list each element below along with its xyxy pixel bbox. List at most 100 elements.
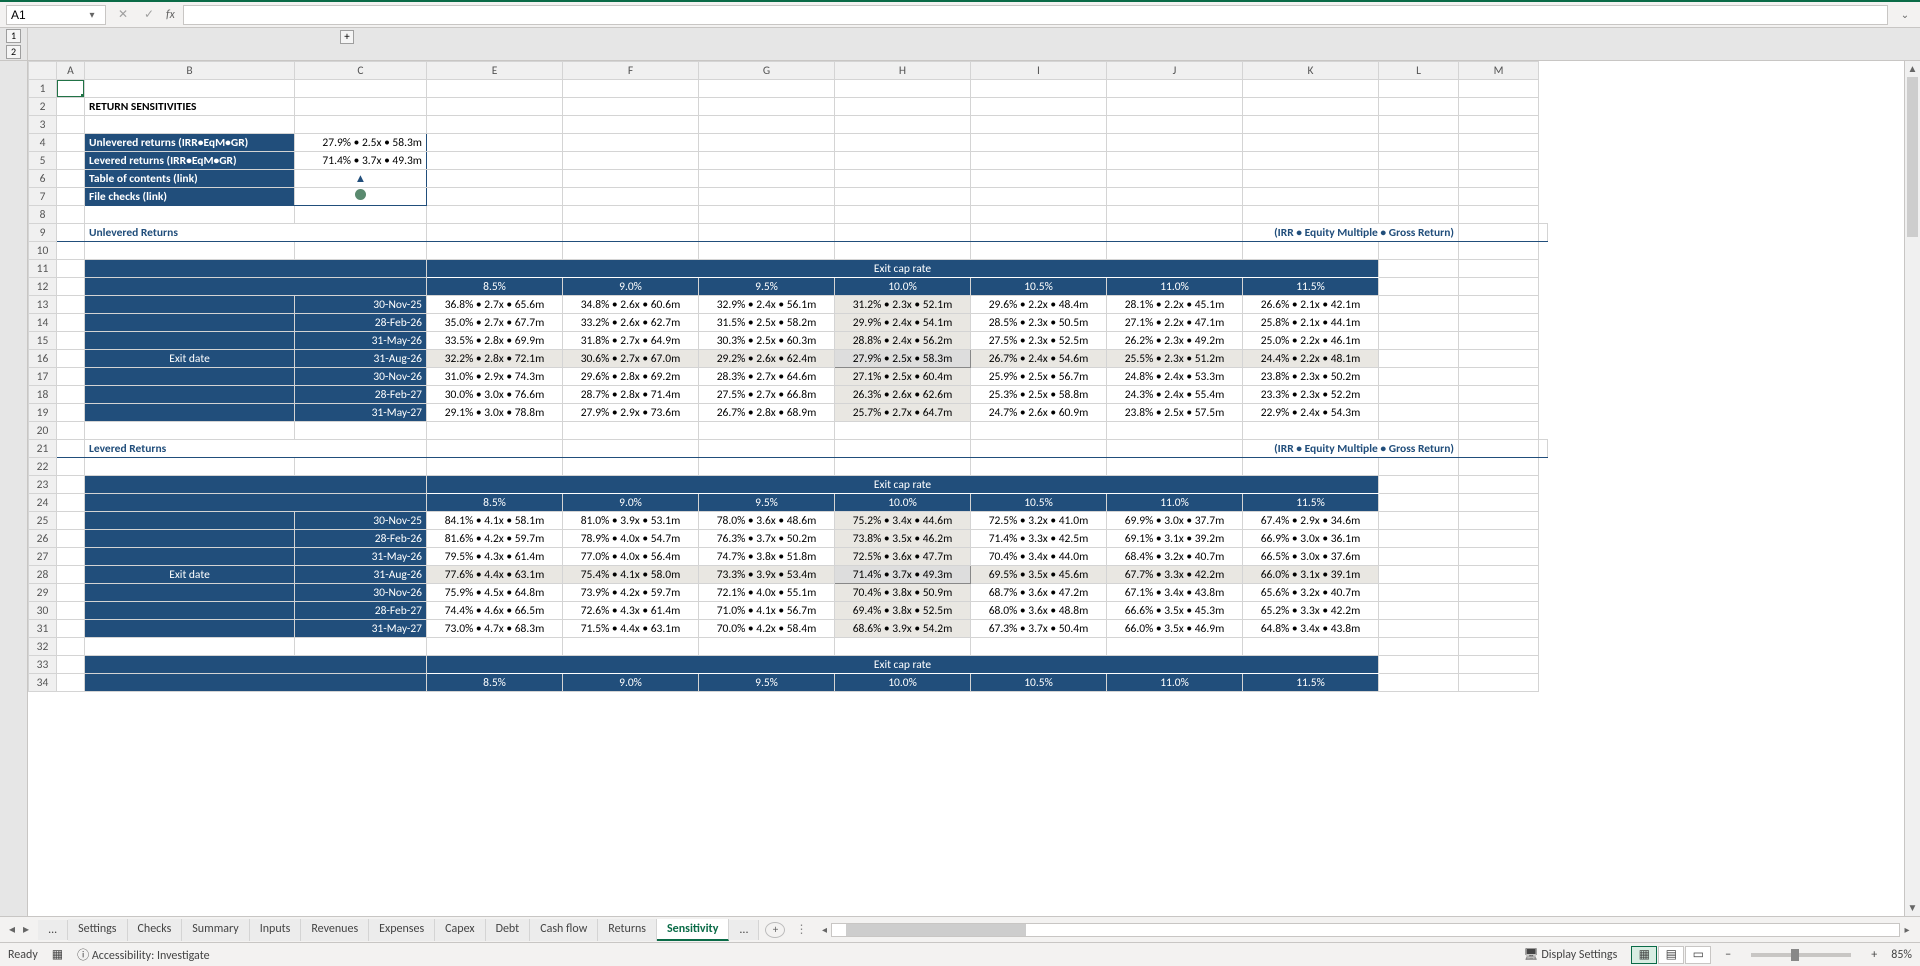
zoom-out-button[interactable]: − [1725,948,1731,962]
row-header-33[interactable]: 33 [29,656,57,674]
scroll-up-icon[interactable]: ▲ [1905,61,1920,77]
h-scroll-thumb[interactable] [846,924,1026,936]
row-header-17[interactable]: 17 [29,368,57,386]
row-header-28[interactable]: 28 [29,566,57,584]
col-header-K[interactable]: K [1243,62,1379,80]
tab-inputs[interactable]: Inputs [250,919,302,941]
zoom-slider[interactable] [1751,953,1851,957]
tab-nav-prev-icon[interactable]: ◂ [6,922,18,937]
row-header-27[interactable]: 27 [29,548,57,566]
tab-ellipsis-left[interactable]: ... [38,920,68,940]
tab-cash flow[interactable]: Cash flow [530,919,598,941]
tab-nav-next-icon[interactable]: ▸ [20,922,32,937]
summary-value-3[interactable] [295,188,427,206]
name-box-input[interactable] [7,8,83,22]
accessibility-status[interactable]: ⓘ Accessibility: Investigate [77,946,209,963]
macro-record-icon[interactable]: ▦ [52,947,63,962]
row-header-11[interactable]: 11 [29,260,57,278]
row-header-21[interactable]: 21 [29,440,57,458]
tab-summary[interactable]: Summary [182,919,249,941]
row-header-3[interactable]: 3 [29,116,57,134]
tab-ellipsis-right[interactable]: ... [729,920,759,940]
vertical-scrollbar[interactable]: ▲ ▼ [1904,61,1920,916]
row-header-5[interactable]: 5 [29,152,57,170]
row-header-8[interactable]: 8 [29,206,57,224]
tab-capex[interactable]: Capex [435,919,485,941]
tab-sensitivity[interactable]: Sensitivity [657,919,729,941]
row-header-13[interactable]: 13 [29,296,57,314]
row-header-10[interactable]: 10 [29,242,57,260]
row-header-23[interactable]: 23 [29,476,57,494]
display-settings-button[interactable]: 🖥 Display Settings [1523,947,1617,962]
row-header-12[interactable]: 12 [29,278,57,296]
cell-A20[interactable] [57,422,85,440]
row-header-19[interactable]: 19 [29,404,57,422]
formula-expand-icon[interactable]: ⌄ [1896,8,1914,21]
select-all-cell[interactable] [29,62,57,80]
view-normal-button[interactable]: ▦ [1631,946,1657,964]
horizontal-scrollbar[interactable] [831,923,1900,937]
tab-settings[interactable]: Settings [68,919,127,941]
view-page-layout-button[interactable]: ▤ [1658,946,1684,964]
name-box[interactable]: ▾ [6,5,106,25]
row-header-18[interactable]: 18 [29,386,57,404]
add-sheet-button[interactable]: + [765,922,785,938]
row-header-34[interactable]: 34 [29,674,57,692]
cell-A3[interactable] [57,116,85,134]
col-header-C[interactable]: C [295,62,427,80]
row-header-30[interactable]: 30 [29,602,57,620]
outline-level-1[interactable]: 1 [6,29,21,43]
row-header-32[interactable]: 32 [29,638,57,656]
row-header-14[interactable]: 14 [29,314,57,332]
col-header-H[interactable]: H [835,62,971,80]
formula-input[interactable] [183,5,1888,25]
zoom-level[interactable]: 85% [1891,948,1912,962]
cell-A22[interactable] [57,458,85,476]
row-header-15[interactable]: 15 [29,332,57,350]
outline-expand-icon[interactable]: + [340,30,354,44]
row-header-6[interactable]: 6 [29,170,57,188]
outline-level-2[interactable]: 2 [6,45,21,59]
scroll-down-icon[interactable]: ▼ [1905,900,1920,916]
row-header-22[interactable]: 22 [29,458,57,476]
tab-revenues[interactable]: Revenues [301,919,369,941]
row-header-31[interactable]: 31 [29,620,57,638]
row-header-2[interactable]: 2 [29,98,57,116]
row-header-26[interactable]: 26 [29,530,57,548]
cell-A1[interactable] [57,80,85,98]
tab-expenses[interactable]: Expenses [369,919,435,941]
col-header-E[interactable]: E [427,62,563,80]
col-header-A[interactable]: A [57,62,85,80]
col-header-I[interactable]: I [971,62,1107,80]
col-header-L[interactable]: L [1379,62,1459,80]
col-header-F[interactable]: F [563,62,699,80]
col-header-G[interactable]: G [699,62,835,80]
v-scroll-thumb[interactable] [1907,77,1918,237]
summary-value-2[interactable]: ▲ [295,170,427,188]
cell-A10[interactable] [57,242,85,260]
row-header-9[interactable]: 9 [29,224,57,242]
row-header-16[interactable]: 16 [29,350,57,368]
row-header-24[interactable]: 24 [29,494,57,512]
col-header-J[interactable]: J [1107,62,1243,80]
cell-A8[interactable] [57,206,85,224]
name-box-dropdown-icon[interactable]: ▾ [83,8,101,21]
row-header-20[interactable]: 20 [29,422,57,440]
tab-checks[interactable]: Checks [128,919,183,941]
cell-A32[interactable] [57,638,85,656]
col-header-M[interactable]: M [1459,62,1539,80]
row-header-25[interactable]: 25 [29,512,57,530]
view-page-break-button[interactable]: ▭ [1685,946,1711,964]
h-scroll-right-icon[interactable]: ▸ [1900,923,1914,936]
col-header-B[interactable]: B [85,62,295,80]
fx-label[interactable]: fx [166,8,175,22]
tab-debt[interactable]: Debt [486,919,531,941]
zoom-in-button[interactable]: + [1871,948,1877,962]
row-header-7[interactable]: 7 [29,188,57,206]
row-header-1[interactable]: 1 [29,80,57,98]
tab-returns[interactable]: Returns [598,919,657,941]
row-header-29[interactable]: 29 [29,584,57,602]
zoom-knob[interactable] [1791,949,1799,961]
row-header-4[interactable]: 4 [29,134,57,152]
worksheet-grid[interactable]: ABCEFGHIJKLM 12RETURN SENSITIVITIES34Unl… [28,61,1904,916]
